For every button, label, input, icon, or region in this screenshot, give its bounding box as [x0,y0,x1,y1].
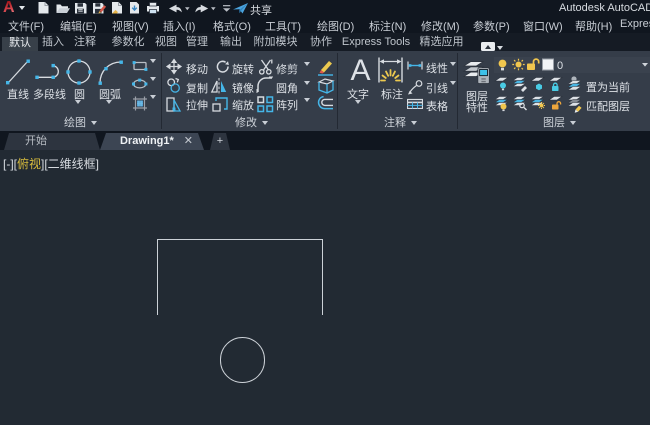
svg-text:0: 0 [557,60,563,72]
